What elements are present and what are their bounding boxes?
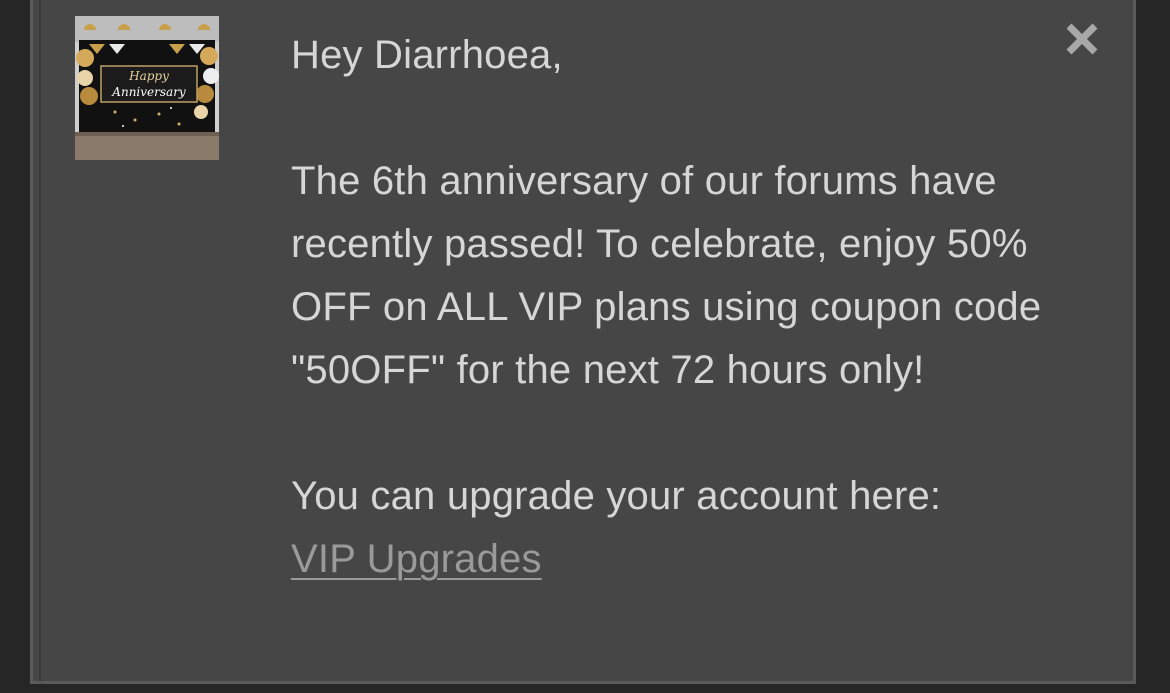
anniversary-image: Happy Anniversary (75, 16, 219, 160)
vip-upgrades-link[interactable]: VIP Upgrades (291, 537, 542, 581)
image-text-anniversary: Anniversary (111, 85, 186, 99)
notice-body-text: The 6th anniversary of our forums have r… (291, 159, 1042, 392)
greeting-text: Hey Diarrhoea, (291, 33, 563, 77)
upgrade-text: You can upgrade your account here: (291, 474, 942, 518)
notice-message: Hey Diarrhoea, The 6th anniversary of ou… (291, 24, 1091, 591)
image-text-happy: Happy (128, 69, 169, 83)
